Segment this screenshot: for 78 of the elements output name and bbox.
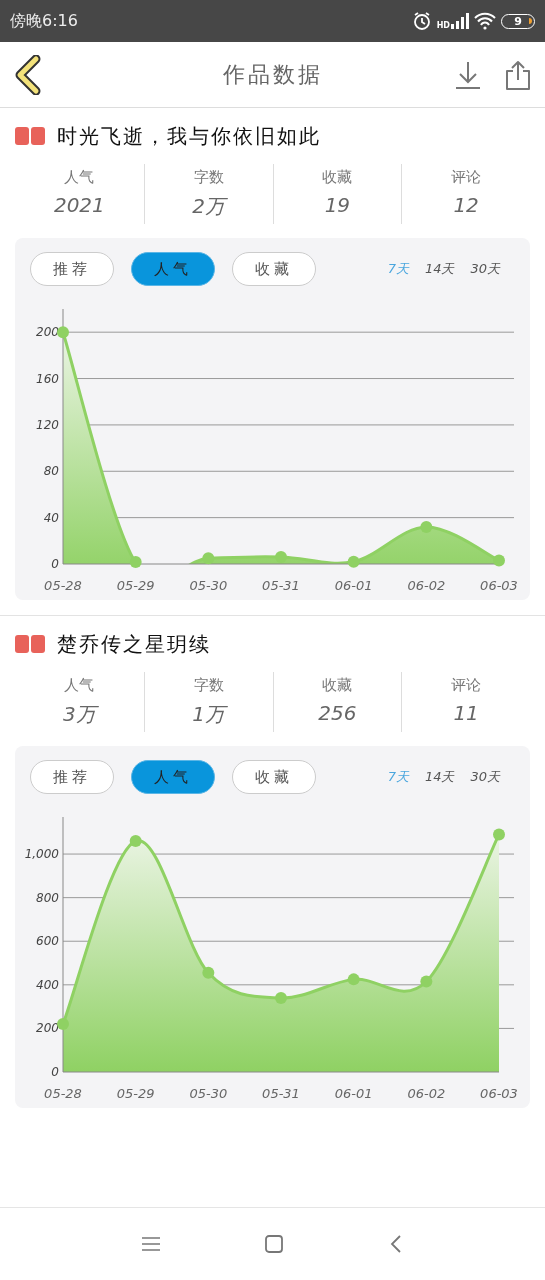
y-axis-label: 600: [36, 934, 59, 949]
x-axis-label: 05-28: [44, 578, 82, 593]
stat-label: 收藏: [322, 168, 353, 187]
data-point: [347, 555, 360, 568]
data-point: [493, 828, 505, 841]
data-point: [420, 975, 433, 988]
share-icon[interactable]: [505, 59, 531, 90]
stat-value: 19: [324, 193, 351, 217]
data-point: [347, 973, 360, 986]
x-axis-label: 06-02: [407, 578, 446, 593]
x-axis-label: 05-28: [44, 1086, 82, 1101]
x-axis-label: 06-01: [334, 578, 373, 593]
data-point: [202, 552, 215, 565]
range-option[interactable]: 30天: [470, 260, 500, 278]
x-axis-label: 05-29: [116, 578, 155, 593]
data-point: [493, 554, 505, 567]
stat-label: 评论: [451, 168, 482, 187]
stat-value: 2021: [53, 193, 105, 217]
x-axis-label: 06-03: [480, 1086, 518, 1101]
stat-value: 256: [318, 701, 357, 725]
stat-label: 评论: [451, 676, 482, 695]
alarm-icon: [411, 11, 432, 31]
work-title: 时光飞逝，我与你依旧如此: [57, 122, 321, 150]
back-icon[interactable]: [14, 54, 42, 95]
wifi-icon: [474, 12, 496, 30]
download-icon[interactable]: [455, 60, 481, 89]
data-point: [420, 520, 433, 533]
status-time: 傍晚6:16: [10, 10, 78, 32]
y-axis-label: 80: [43, 464, 59, 479]
stat-value: 12: [453, 193, 479, 217]
data-point: [275, 991, 287, 1004]
metric-tab[interactable]: 人气: [131, 252, 215, 286]
metric-tab[interactable]: 收藏: [232, 252, 316, 286]
y-axis-label: 200: [36, 325, 59, 340]
home-icon[interactable]: [264, 1234, 285, 1254]
menu-icon[interactable]: [142, 1236, 161, 1252]
y-axis-label: 400: [36, 977, 59, 992]
x-axis-label: 06-01: [334, 1086, 373, 1101]
signal-icon: [451, 13, 469, 29]
y-axis-label: 120: [36, 417, 59, 432]
page-title: 作品数据: [222, 60, 323, 89]
data-point: [202, 966, 215, 979]
stat-label: 收藏: [322, 676, 353, 695]
y-axis-label: 200: [36, 1021, 59, 1036]
x-axis-label: 05-31: [262, 578, 300, 593]
metric-tab[interactable]: 推荐: [30, 252, 114, 286]
x-axis-label: 06-03: [480, 578, 518, 593]
metric-tab[interactable]: 收藏: [232, 760, 316, 794]
stat-label: 人气: [64, 676, 95, 695]
y-axis-label: 160: [36, 371, 59, 386]
stat-label: 人气: [64, 168, 95, 187]
data-point: [57, 326, 69, 339]
book-icon: [15, 126, 45, 146]
book-icon: [15, 634, 45, 654]
x-axis-label: 05-30: [189, 578, 228, 593]
y-axis-label: 1,000: [24, 847, 59, 862]
y-axis-label: 0: [51, 557, 59, 571]
x-axis-label: 05-31: [262, 1086, 300, 1101]
y-axis-label: 0: [51, 1065, 59, 1079]
range-option[interactable]: 30天: [470, 768, 500, 786]
range-option[interactable]: 14天: [424, 260, 455, 278]
y-axis-label: 40: [43, 510, 59, 525]
stat-label: 字数: [193, 168, 224, 187]
metric-tab[interactable]: 人气: [131, 760, 215, 794]
data-point: [275, 551, 287, 564]
data-point: [57, 1018, 69, 1031]
work-title: 楚乔传之星玥续: [57, 630, 211, 658]
y-axis-label: 800: [36, 890, 59, 905]
x-axis-label: 05-30: [189, 1086, 228, 1101]
network-label: HD: [436, 21, 450, 30]
data-point: [129, 834, 142, 847]
stat-value: 11: [453, 701, 479, 725]
metric-tab[interactable]: 推荐: [30, 760, 114, 794]
stat-label: 字数: [193, 676, 224, 695]
x-axis-label: 05-29: [116, 1086, 155, 1101]
range-option[interactable]: 14天: [424, 768, 455, 786]
x-axis-label: 06-02: [407, 1086, 446, 1101]
data-point: [129, 556, 142, 568]
